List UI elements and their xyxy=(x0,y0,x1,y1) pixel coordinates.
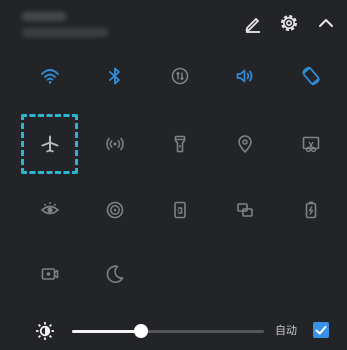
hotspot-toggle[interactable] xyxy=(97,126,133,162)
brightness-slider-thumb[interactable] xyxy=(134,324,148,338)
nfc-icon xyxy=(106,201,124,219)
nfc-toggle[interactable] xyxy=(97,192,133,228)
sound-icon xyxy=(236,69,253,83)
hotspot-icon xyxy=(106,137,124,151)
screen-record-toggle[interactable] xyxy=(32,256,68,292)
auto-brightness-label: 自动 xyxy=(275,324,297,337)
edit-pencil-icon[interactable] xyxy=(241,12,263,34)
auto-brightness-checkbox[interactable] xyxy=(313,322,329,338)
eye-comfort-toggle[interactable] xyxy=(32,192,68,228)
bluetooth-toggle[interactable] xyxy=(97,58,133,94)
date-time-blurred xyxy=(22,28,108,37)
carrier-status-block xyxy=(22,8,122,42)
battery-saver-toggle[interactable] xyxy=(293,192,329,228)
flashlight-icon xyxy=(174,135,186,153)
brightness-icon xyxy=(34,320,56,342)
quick-settings-panel: 自动 xyxy=(0,0,347,350)
screen-record-icon xyxy=(41,268,59,280)
screen-share-icon xyxy=(174,201,186,219)
location-pin-icon xyxy=(238,135,252,153)
auto-rotate-icon xyxy=(302,66,320,86)
screenshot-icon xyxy=(302,136,320,153)
moon-icon xyxy=(106,265,124,284)
checkmark-icon xyxy=(315,325,327,335)
bluetooth-icon xyxy=(109,67,120,85)
brightness-slider-track[interactable] xyxy=(72,330,264,333)
auto-rotate-toggle[interactable] xyxy=(293,58,329,94)
screenshot-toggle[interactable] xyxy=(293,126,329,162)
airplane-mode-toggle[interactable] xyxy=(32,126,68,162)
flashlight-toggle[interactable] xyxy=(162,126,198,162)
wifi-toggle[interactable] xyxy=(32,58,68,94)
wifi-icon xyxy=(41,69,59,84)
multi-screen-toggle[interactable] xyxy=(227,192,263,228)
chevron-up-icon[interactable] xyxy=(315,12,337,34)
screen-share-toggle[interactable] xyxy=(162,192,198,228)
mobile-data-icon xyxy=(171,67,189,85)
notification-header xyxy=(0,0,347,50)
sound-toggle[interactable] xyxy=(227,58,263,94)
brightness-slider-fill xyxy=(72,330,141,333)
location-toggle[interactable] xyxy=(227,126,263,162)
do-not-disturb-toggle[interactable] xyxy=(97,256,133,292)
airplane-icon xyxy=(41,135,59,153)
carrier-name-blurred xyxy=(22,12,66,21)
mobile-data-toggle[interactable] xyxy=(162,58,198,94)
multi-screen-icon xyxy=(237,203,253,217)
gear-icon[interactable] xyxy=(278,12,300,34)
eye-icon xyxy=(40,202,60,215)
battery-icon xyxy=(305,201,317,219)
